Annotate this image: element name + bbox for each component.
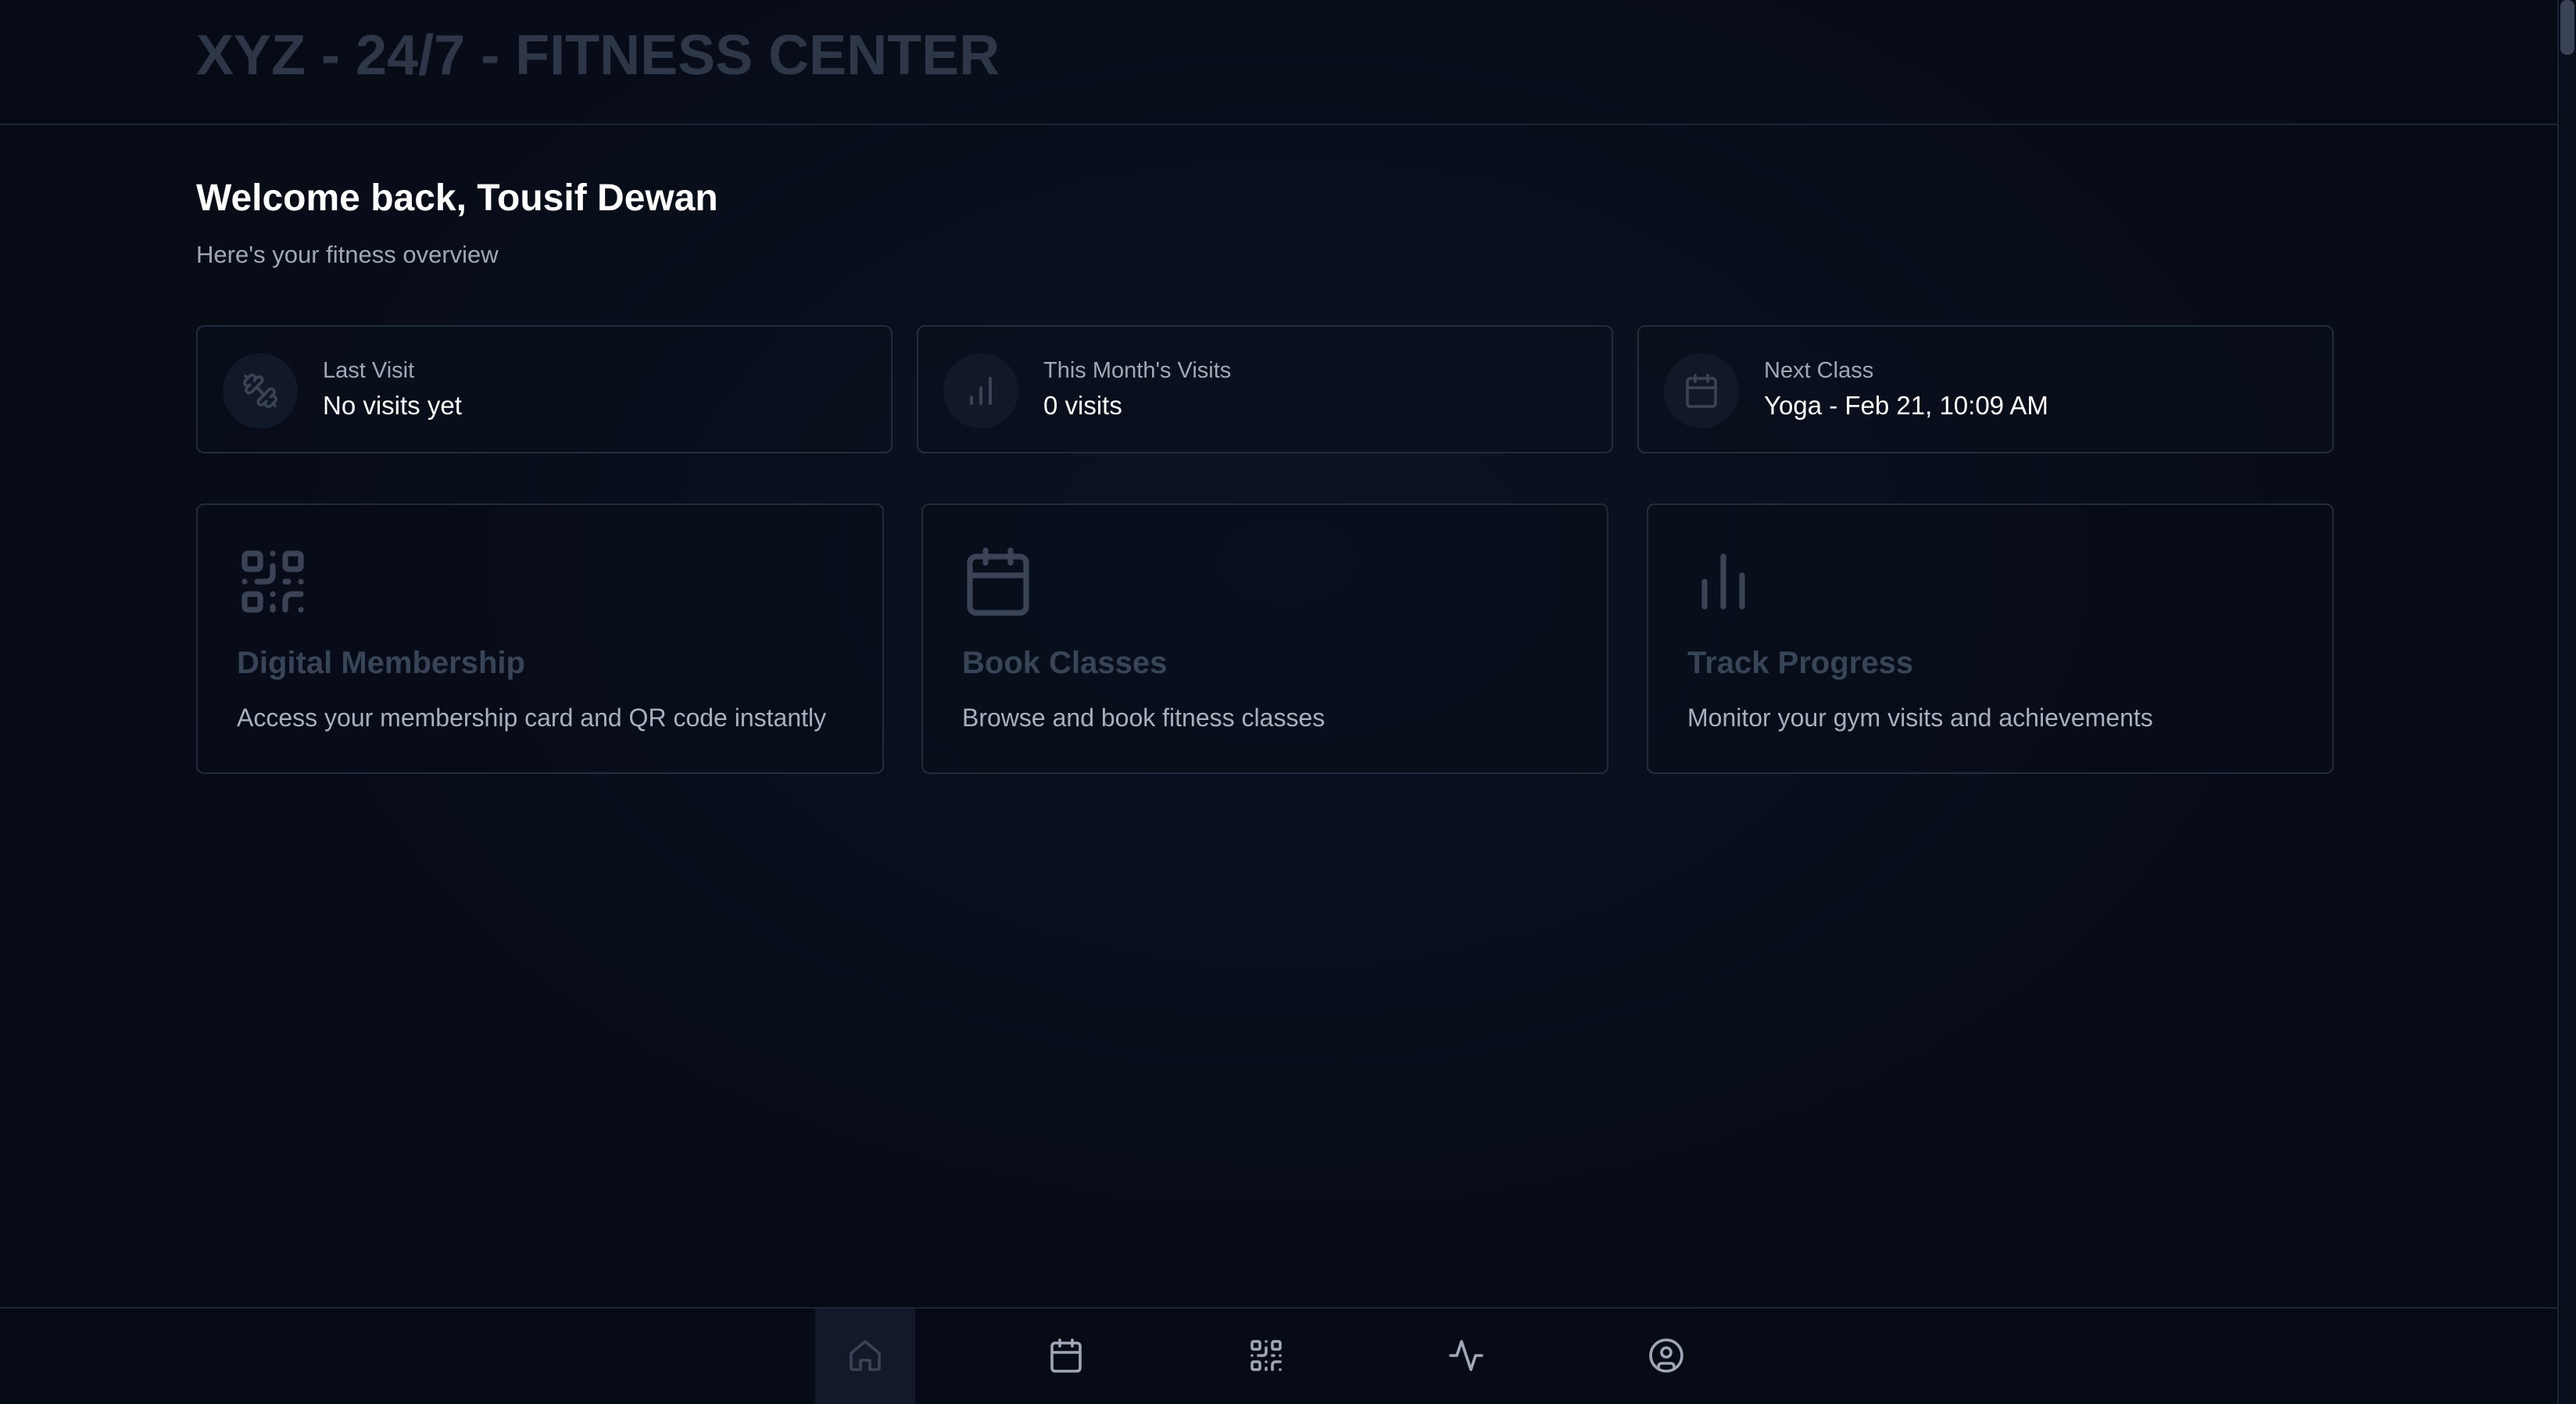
calendar-icon — [1664, 353, 1739, 428]
dumbbell-icon — [223, 353, 298, 428]
feature-title: Digital Membership — [237, 646, 525, 680]
activity-icon — [1447, 1337, 1485, 1378]
stat-value: 0 visits — [1043, 391, 1122, 420]
stat-card-next-class: Next Class Yoga - Feb 21, 10:09 AM — [1637, 325, 2334, 453]
app-title: XYZ - 24/7 - FITNESS CENTER — [196, 24, 1000, 87]
page-scrollbar[interactable] — [2557, 0, 2576, 1404]
feature-description: Browse and book fitness classes — [962, 704, 1326, 732]
nav-item-activity[interactable] — [1416, 1309, 1516, 1404]
home-icon — [846, 1337, 884, 1378]
feature-card-track-progress[interactable]: Track Progress Monitor your gym visits a… — [1647, 503, 2334, 774]
bar-chart-icon — [943, 353, 1018, 428]
bar-chart-icon — [1686, 544, 1761, 619]
feature-card-book-classes[interactable]: Book Classes Browse and book fitness cla… — [921, 503, 1608, 774]
stat-label: This Month's Visits — [1043, 358, 1232, 383]
user-circle-icon — [1648, 1337, 1685, 1378]
qr-code-icon — [235, 544, 310, 619]
stat-card-last-visit: Last Visit No visits yet — [196, 325, 893, 453]
feature-title: Book Classes — [962, 646, 1168, 680]
stat-value: No visits yet — [323, 391, 462, 420]
stat-label: Last Visit — [323, 358, 415, 383]
calendar-icon — [961, 544, 1036, 619]
feature-card-digital-membership[interactable]: Digital Membership Access your membershi… — [196, 503, 884, 774]
welcome-heading: Welcome back, Tousif Dewan — [196, 177, 718, 219]
calendar-icon — [1047, 1337, 1085, 1378]
nav-item-profile[interactable] — [1616, 1309, 1716, 1404]
nav-item-membership[interactable] — [1216, 1309, 1316, 1404]
welcome-subtitle: Here's your fitness overview — [196, 241, 499, 268]
nav-item-classes[interactable] — [1016, 1309, 1116, 1404]
qr-code-icon — [1247, 1337, 1285, 1378]
feature-description: Access your membership card and QR code … — [237, 704, 827, 732]
stat-card-month-visits: This Month's Visits 0 visits — [917, 325, 1613, 453]
stat-value: Yoga - Feb 21, 10:09 AM — [1764, 391, 2048, 420]
feature-title: Track Progress — [1687, 646, 1914, 680]
scrollbar-thumb[interactable] — [2560, 0, 2574, 55]
feature-description: Monitor your gym visits and achievements — [1687, 704, 2153, 732]
nav-item-home[interactable] — [815, 1309, 915, 1404]
stat-label: Next Class — [1764, 358, 1874, 383]
app-page: XYZ - 24/7 - FITNESS CENTER Welcome back… — [0, 0, 2576, 1404]
app-header: XYZ - 24/7 - FITNESS CENTER — [0, 0, 2557, 125]
bottom-nav — [0, 1307, 2557, 1404]
